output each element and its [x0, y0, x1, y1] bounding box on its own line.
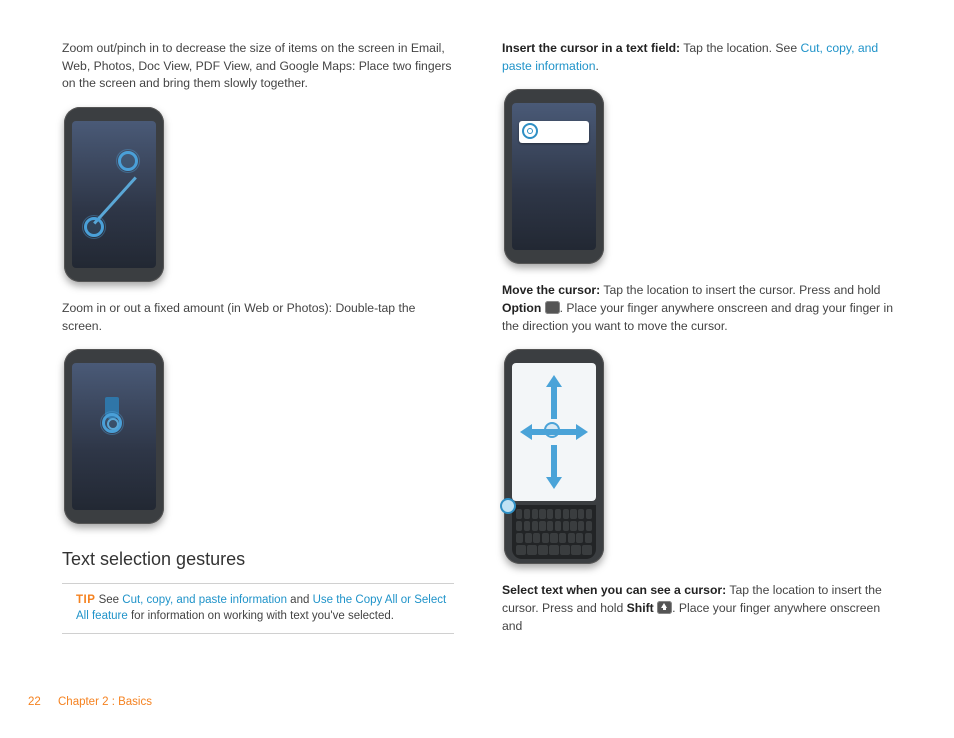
option-key-label: Option	[502, 301, 541, 315]
insert-cursor-bold: Insert the cursor in a text field:	[502, 41, 680, 55]
tip-label: TIP	[76, 594, 95, 606]
move-cursor-bold: Move the cursor:	[502, 283, 600, 297]
phone-pinch-illustration	[64, 107, 164, 282]
zoom-fixed-paragraph: Zoom in or out a fixed amount (in Web or…	[62, 300, 454, 335]
phone-cursor-illustration	[504, 89, 604, 264]
insert-cursor-paragraph: Insert the cursor in a text field: Tap t…	[502, 40, 894, 75]
tip-text-mid: and	[287, 594, 313, 606]
tip-box: TIP See Cut, copy, and paste information…	[62, 583, 454, 634]
right-column: Insert the cursor in a text field: Tap t…	[502, 40, 894, 650]
chapter-label: Chapter 2 : Basics	[58, 696, 152, 708]
shift-key-label: Shift	[627, 601, 654, 615]
section-heading: Text selection gestures	[62, 546, 454, 572]
phone-move-cursor-illustration	[504, 349, 604, 564]
tip-text-post: for information on working with text you…	[128, 610, 394, 622]
tip-link-1[interactable]: Cut, copy, and paste information	[122, 594, 287, 606]
zoom-out-paragraph: Zoom out/pinch in to decrease the size o…	[62, 40, 454, 93]
move-cursor-paragraph: Move the cursor: Tap the location to ins…	[502, 282, 894, 335]
phone-keyboard	[512, 505, 596, 559]
left-column: Zoom out/pinch in to decrease the size o…	[62, 40, 454, 650]
shift-key-icon	[657, 601, 672, 614]
page-number: 22	[28, 696, 41, 708]
phone-doubletap-illustration	[64, 349, 164, 524]
select-text-paragraph: Select text when you can see a cursor: T…	[502, 582, 894, 635]
option-key-icon	[545, 301, 560, 314]
select-text-bold: Select text when you can see a cursor:	[502, 583, 726, 597]
tip-text-pre: See	[99, 594, 123, 606]
page-footer: 22 Chapter 2 : Basics	[28, 696, 152, 708]
